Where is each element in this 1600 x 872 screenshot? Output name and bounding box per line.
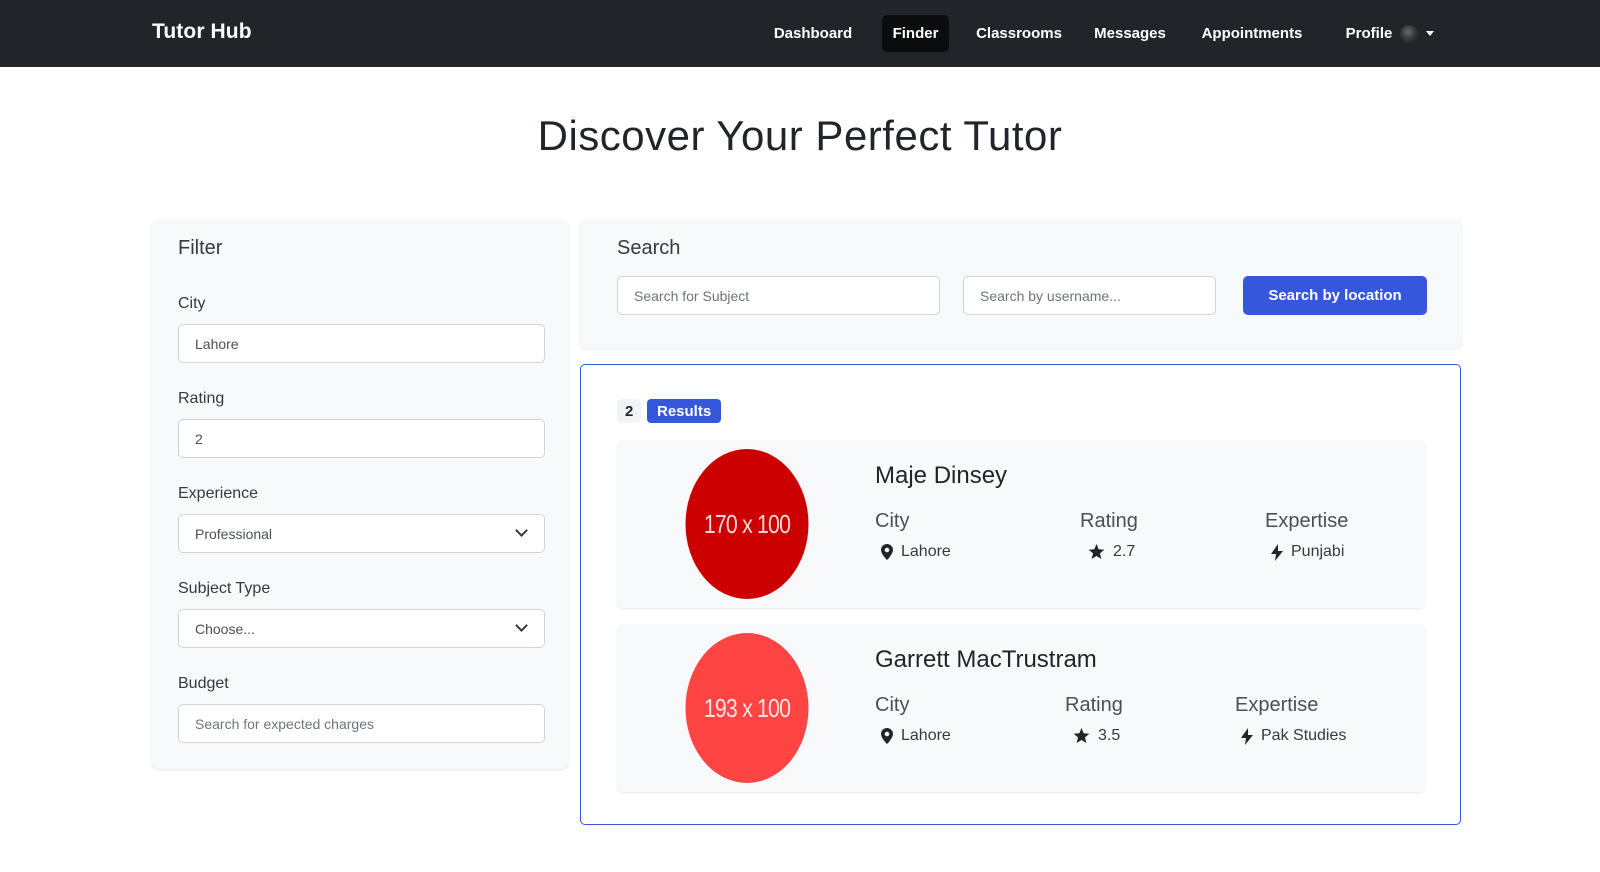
nav-appointments[interactable]: Appointments [1197, 15, 1307, 52]
expertise-value: Pak Studies [1261, 727, 1347, 744]
chevron-down-icon [515, 619, 528, 632]
map-pin-icon [881, 544, 893, 560]
budget-input[interactable] [178, 704, 545, 743]
results-badge: Results [647, 399, 722, 423]
city-input[interactable] [178, 324, 545, 363]
city-stat-value: Lahore [881, 543, 951, 561]
rating-value: 3.5 [1098, 727, 1121, 744]
chevron-down-icon [515, 524, 528, 537]
city-label: City [178, 295, 206, 312]
expertise-value: Punjabi [1291, 543, 1345, 560]
star-icon [1088, 544, 1105, 560]
nav-messages[interactable]: Messages [1090, 15, 1170, 52]
expertise-stat-label: Expertise [1265, 510, 1349, 532]
city-stat-value: Lahore [881, 727, 951, 745]
results-panel: 2 Results 170 x 100 Maje Dinsey City Lah… [580, 364, 1461, 825]
search-panel: Search Search by location [580, 219, 1461, 348]
search-by-location-button[interactable]: Search by location [1243, 276, 1427, 315]
tutor-card[interactable]: 193 x 100 Garrett MacTrustram City Lahor… [617, 624, 1425, 792]
map-pin-icon [881, 728, 893, 744]
subject-search-input[interactable] [617, 276, 940, 315]
nav-dashboard[interactable]: Dashboard [770, 15, 856, 52]
rating-stat-value: 2.7 [1088, 543, 1135, 561]
lightning-icon [1271, 543, 1283, 561]
rating-stat-value: 3.5 [1073, 727, 1120, 745]
experience-select[interactable]: Professional [178, 514, 545, 553]
rating-stat-label: Rating [1080, 510, 1138, 532]
top-navbar: Tutor Hub Dashboard Finder Classrooms Me… [0, 0, 1600, 67]
subject-type-select[interactable]: Choose... [178, 609, 545, 648]
lightning-icon [1241, 727, 1253, 745]
tutor-avatar: 193 x 100 [685, 633, 809, 783]
tutor-avatar: 170 x 100 [685, 449, 809, 599]
search-title: Search [617, 237, 681, 259]
avatar-placeholder-text: 170 x 100 [703, 508, 791, 539]
tutor-name[interactable]: Maje Dinsey [875, 462, 1007, 490]
nav-classrooms[interactable]: Classrooms [970, 15, 1068, 52]
experience-label: Experience [178, 485, 259, 502]
results-count: 2 [617, 399, 642, 423]
subject-type-selected-value: Choose... [195, 620, 255, 637]
expertise-stat-value: Pak Studies [1241, 727, 1346, 745]
rating-label: Rating [178, 390, 225, 407]
page-title: Discover Your Perfect Tutor [537, 112, 1063, 159]
city-stat-label: City [875, 510, 910, 532]
nav-finder[interactable]: Finder [882, 15, 949, 52]
expertise-stat-label: Expertise [1235, 694, 1319, 716]
tutor-name[interactable]: Garrett MacTrustram [875, 646, 1097, 674]
filter-panel: Filter City Rating Experience Profession… [152, 219, 568, 769]
star-icon [1073, 728, 1090, 744]
experience-selected-value: Professional [195, 525, 273, 542]
expertise-stat-value: Punjabi [1271, 543, 1344, 561]
username-search-input[interactable] [963, 276, 1216, 315]
city-stat-label: City [875, 694, 910, 716]
city-value: Lahore [901, 543, 951, 560]
nav-profile-label: Profile [1345, 25, 1393, 42]
nav-profile-dropdown[interactable]: Profile [1340, 15, 1440, 52]
rating-stat-label: Rating [1065, 694, 1123, 716]
rating-input[interactable] [178, 419, 545, 458]
budget-label: Budget [178, 675, 229, 692]
rating-value: 2.7 [1113, 543, 1136, 560]
brand-logo[interactable]: Tutor Hub [152, 20, 252, 44]
avatar-placeholder-text: 193 x 100 [703, 692, 791, 723]
tutor-card[interactable]: 170 x 100 Maje Dinsey City Lahore Rating… [617, 440, 1425, 608]
subject-type-label: Subject Type [178, 580, 271, 597]
filter-title: Filter [178, 237, 223, 259]
avatar [1400, 24, 1419, 43]
city-value: Lahore [901, 727, 951, 744]
caret-down-icon [1426, 31, 1435, 36]
